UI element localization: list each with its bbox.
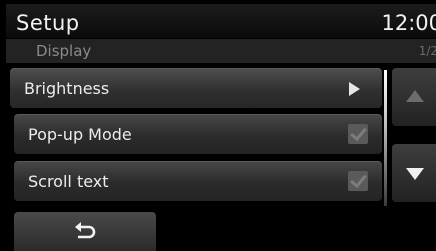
page-title: Setup [16,11,80,35]
menu-item-popup-mode[interactable]: Pop-up Mode [14,114,382,154]
section-title: Display [36,42,92,60]
menu-item-label: Brightness [24,79,110,98]
triangle-down-icon [406,168,424,180]
setup-screen: Setup 12:00 Display 1/2 Brightness Pop-u… [0,0,436,251]
arrow-right-icon [349,82,360,96]
return-arrow-icon [75,222,96,239]
title-bar: Setup 12:00 [6,4,436,38]
clock: 12:00 [381,11,436,35]
section-bar: Display 1/2 [6,39,436,63]
scroll-down-button[interactable] [392,144,436,202]
menu-item-label: Pop-up Mode [28,125,132,144]
checkbox-check-icon[interactable] [348,171,368,191]
triangle-up-icon [406,90,424,102]
page-indicator: 1/2 [418,44,436,58]
menu-item-label: Scroll text [28,172,109,191]
menu-item-brightness[interactable]: Brightness [10,68,382,108]
menu-item-scroll-text[interactable]: Scroll text [14,161,382,201]
back-button[interactable] [14,212,156,251]
scroll-up-button[interactable] [392,68,436,126]
checkbox-check-icon[interactable] [348,124,368,144]
selection-divider [384,70,387,206]
